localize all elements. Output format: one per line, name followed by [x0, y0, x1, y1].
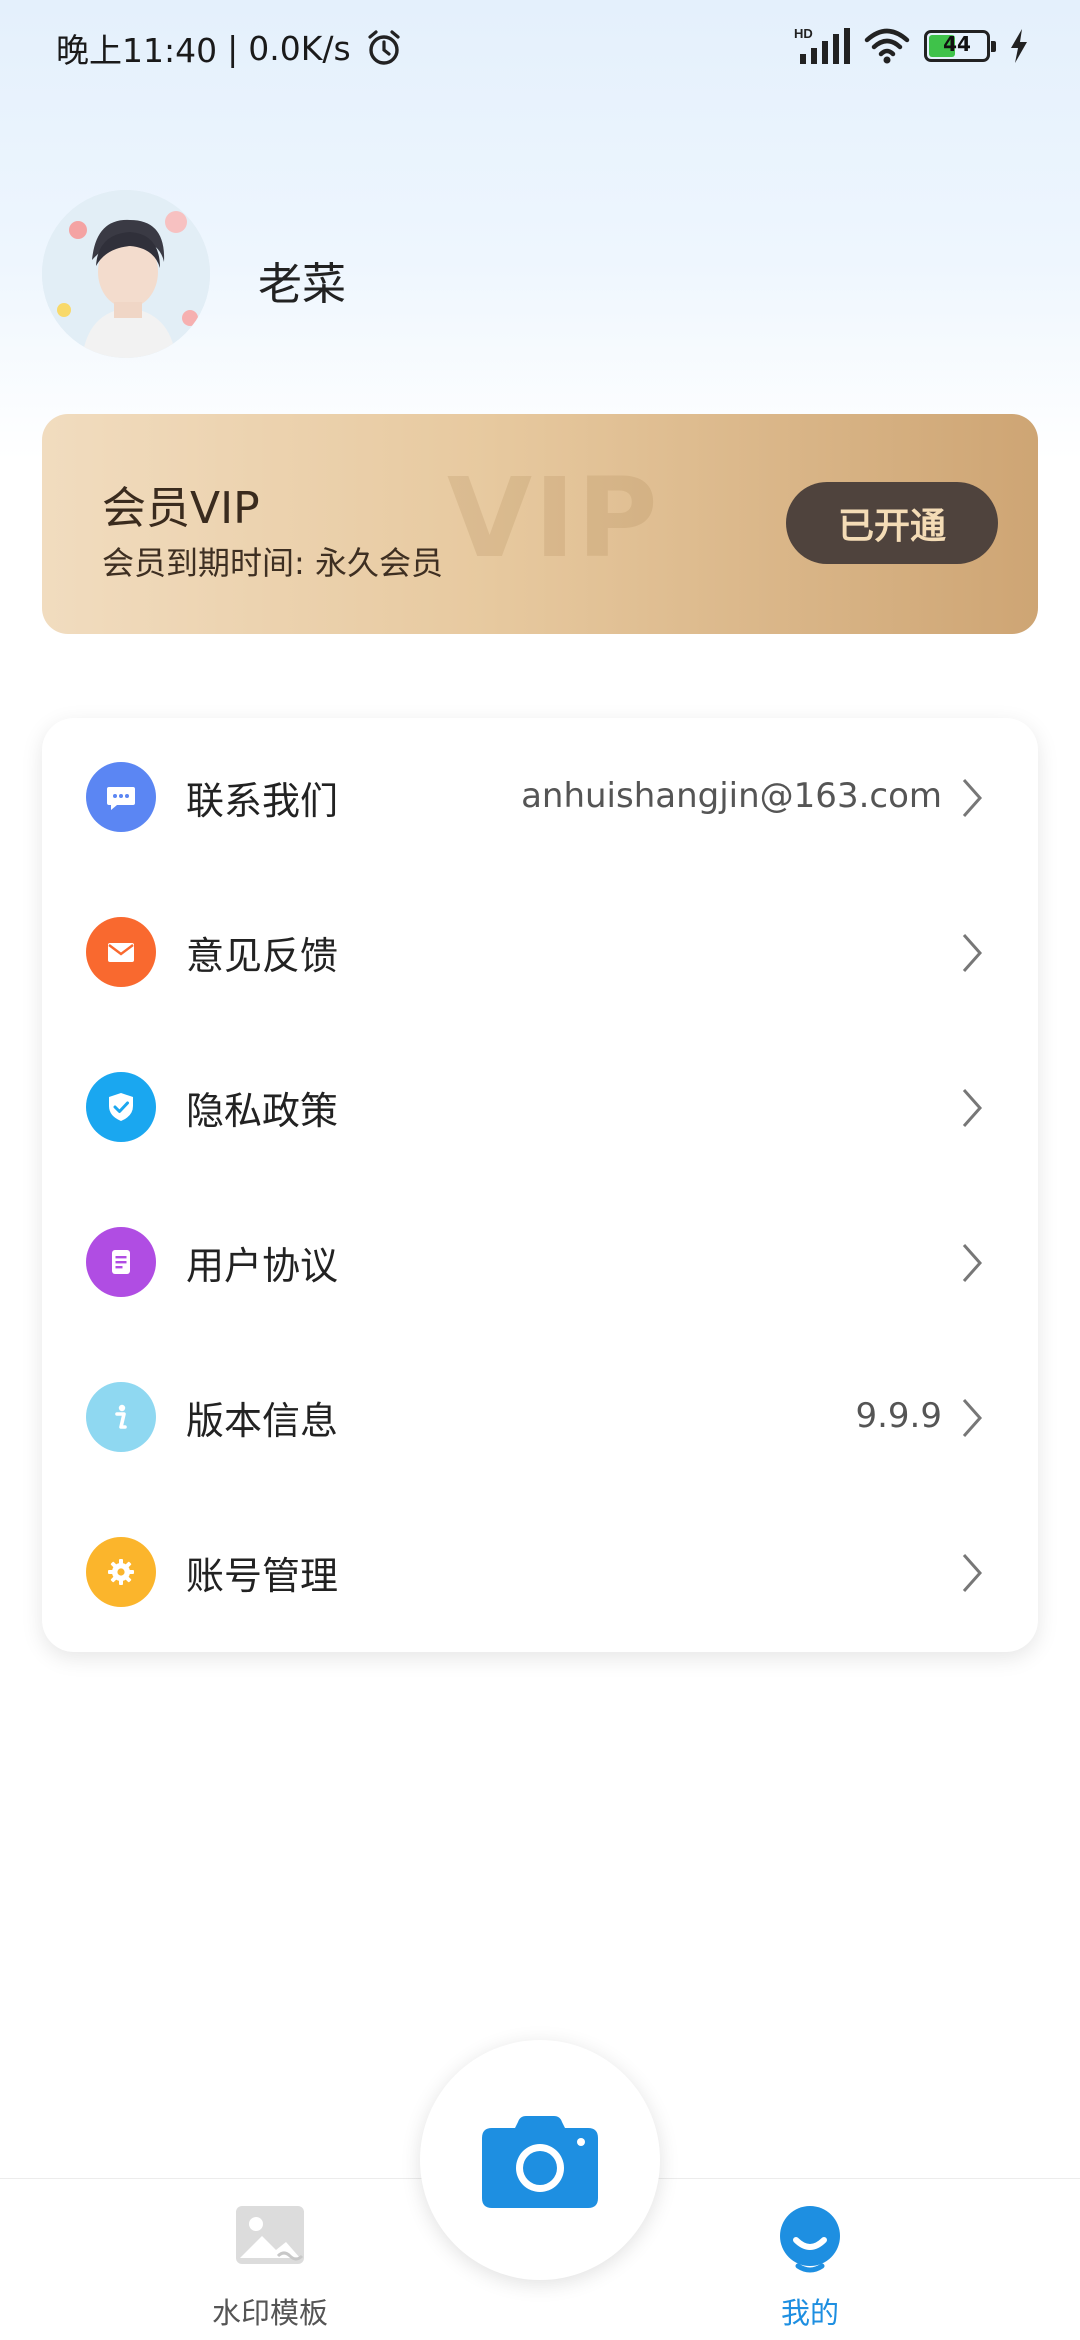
- menu-item-user-agreement[interactable]: 用户协议: [42, 1183, 1038, 1338]
- vip-expire-text: 会员到期时间: 永久会员: [102, 544, 443, 582]
- camera-icon: [482, 2116, 598, 2208]
- menu-item-account-management[interactable]: 账号管理: [42, 1493, 1038, 1648]
- cellular-signal-icon: HD: [794, 26, 850, 64]
- chevron-right-icon: [962, 1089, 983, 1127]
- menu-item-label: 隐私政策: [186, 1089, 339, 1133]
- network-badge: HD: [794, 26, 813, 41]
- menu-item-label: 账号管理: [186, 1554, 339, 1598]
- tab-label: 我的: [780, 2296, 839, 2330]
- chat-icon: [86, 762, 156, 832]
- menu-item-feedback[interactable]: 意见反馈: [42, 873, 1038, 1028]
- tab-label: 水印模板: [211, 2296, 328, 2330]
- username: 老菜: [258, 259, 346, 310]
- image-template-icon: [236, 2206, 304, 2264]
- menu-item-contact-us[interactable]: 联系我们 anhuishangjin@163.com: [42, 718, 1038, 873]
- alarm-icon: [368, 30, 400, 65]
- chevron-right-icon: [962, 1399, 983, 1437]
- charging-bolt-icon: [1011, 29, 1027, 63]
- version-number: 9.9.9: [855, 1396, 942, 1436]
- status-separator: |: [227, 28, 239, 68]
- menu-item-label: 联系我们: [186, 779, 339, 823]
- menu-item-label: 意见反馈: [186, 934, 339, 978]
- document-icon: [86, 1227, 156, 1297]
- chevron-right-icon: [962, 1244, 983, 1282]
- menu-item-version-info[interactable]: 版本信息 9.9.9: [42, 1338, 1038, 1493]
- shield-icon: [86, 1072, 156, 1142]
- tab-me[interactable]: 我的: [690, 2200, 930, 2330]
- vip-title: 会员VIP: [102, 483, 260, 534]
- info-icon: [86, 1382, 156, 1452]
- vip-watermark: VIP: [447, 454, 660, 582]
- menu-item-label: 用户协议: [186, 1244, 339, 1288]
- wifi-icon: [864, 28, 910, 64]
- vip-card[interactable]: VIP 会员VIP 会员到期时间: 永久会员 已开通: [42, 414, 1038, 634]
- settings-menu: 联系我们 anhuishangjin@163.com 意见反馈 隐私政策 用户协…: [42, 718, 1038, 1652]
- chevron-right-icon: [962, 1554, 983, 1592]
- menu-item-label: 版本信息: [186, 1399, 339, 1443]
- camera-button[interactable]: [420, 2040, 660, 2280]
- chevron-right-icon: [962, 934, 983, 972]
- battery-level: 44: [943, 32, 971, 56]
- status-left: 晚上11:40 | 0.0K/s: [56, 24, 403, 72]
- battery-indicator: 44: [924, 30, 996, 62]
- mail-icon: [86, 917, 156, 987]
- contact-email: anhuishangjin@163.com: [521, 776, 942, 816]
- status-time: 晚上11:40: [56, 31, 218, 70]
- avatar[interactable]: [42, 190, 210, 358]
- status-net-speed: 0.0K/s: [248, 28, 351, 68]
- tab-watermark-templates[interactable]: 水印模板: [150, 2200, 390, 2330]
- vip-activated-button[interactable]: 已开通: [786, 482, 998, 564]
- gear-icon: [86, 1537, 156, 1607]
- status-bar: 晚上11:40 | 0.0K/s HD 44: [0, 0, 1080, 96]
- chevron-right-icon: [962, 779, 983, 817]
- menu-item-privacy-policy[interactable]: 隐私政策: [42, 1028, 1038, 1183]
- profile-face-icon: [780, 2206, 840, 2273]
- status-right: HD 44: [794, 26, 1030, 66]
- avatar-image: [42, 190, 210, 358]
